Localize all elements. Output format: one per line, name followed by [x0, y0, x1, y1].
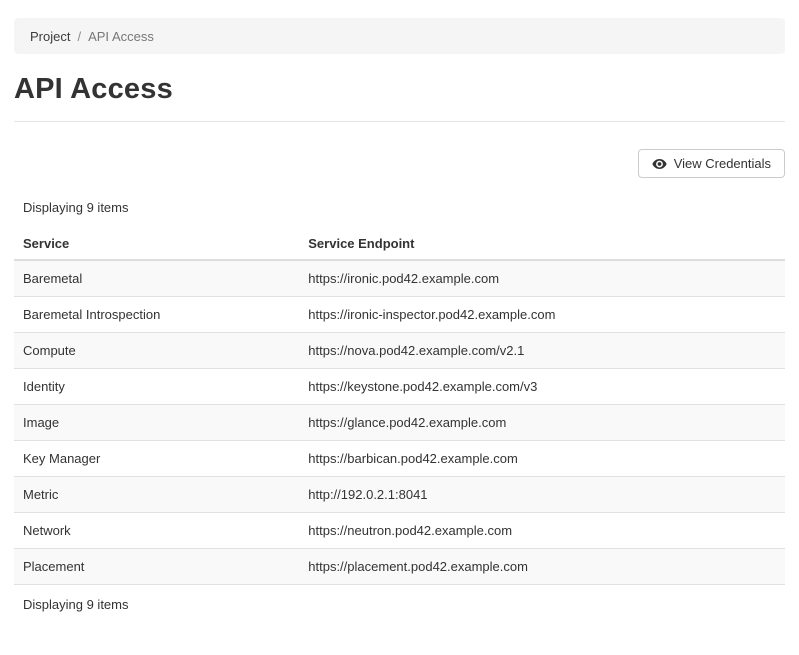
page-title: API Access — [14, 73, 785, 106]
service-name-cell: Baremetal — [14, 260, 299, 297]
column-header-service: Service — [14, 228, 299, 260]
table-count-top: Displaying 9 items — [14, 200, 785, 215]
table-row: Identity https://keystone.pod42.example.… — [14, 369, 785, 405]
breadcrumb-item-project[interactable]: Project — [30, 29, 70, 44]
table-row: Network https://neutron.pod42.example.co… — [14, 513, 785, 549]
service-name-cell: Network — [14, 513, 299, 549]
table-row: Key Manager https://barbican.pod42.examp… — [14, 441, 785, 477]
service-endpoint-cell: https://placement.pod42.example.com — [299, 549, 785, 585]
service-name-cell: Placement — [14, 549, 299, 585]
service-name-cell: Compute — [14, 333, 299, 369]
service-name-cell: Identity — [14, 369, 299, 405]
service-name-cell: Key Manager — [14, 441, 299, 477]
table-row: Metric http://192.0.2.1:8041 — [14, 477, 785, 513]
service-endpoint-cell: https://neutron.pod42.example.com — [299, 513, 785, 549]
table-body: Baremetal https://ironic.pod42.example.c… — [14, 260, 785, 585]
eye-icon — [652, 158, 667, 170]
table-row: Baremetal https://ironic.pod42.example.c… — [14, 260, 785, 297]
table-count-bottom: Displaying 9 items — [14, 597, 785, 612]
service-endpoint-cell: https://ironic-inspector.pod42.example.c… — [299, 297, 785, 333]
service-endpoint-cell: https://barbican.pod42.example.com — [299, 441, 785, 477]
breadcrumb-item-api-access: API Access — [88, 29, 154, 44]
service-endpoint-cell: https://keystone.pod42.example.com/v3 — [299, 369, 785, 405]
table-row: Compute https://nova.pod42.example.com/v… — [14, 333, 785, 369]
table-header: Service Service Endpoint — [14, 228, 785, 260]
service-name-cell: Image — [14, 405, 299, 441]
view-credentials-label: View Credentials — [674, 156, 771, 171]
table-row: Placement https://placement.pod42.exampl… — [14, 549, 785, 585]
table-actions: View Credentials — [14, 149, 785, 178]
service-endpoint-cell: https://glance.pod42.example.com — [299, 405, 785, 441]
title-divider — [14, 121, 785, 122]
service-endpoint-cell: http://192.0.2.1:8041 — [299, 477, 785, 513]
breadcrumb: Project / API Access — [14, 18, 785, 54]
api-access-page: Project / API Access API Access View Cre… — [0, 18, 799, 612]
breadcrumb-separator: / — [77, 29, 81, 44]
service-endpoint-cell: https://nova.pod42.example.com/v2.1 — [299, 333, 785, 369]
table-row: Baremetal Introspection https://ironic-i… — [14, 297, 785, 333]
column-header-service-endpoint: Service Endpoint — [299, 228, 785, 260]
service-name-cell: Metric — [14, 477, 299, 513]
api-endpoints-table: Service Service Endpoint Baremetal https… — [14, 228, 785, 585]
service-name-cell: Baremetal Introspection — [14, 297, 299, 333]
view-credentials-button[interactable]: View Credentials — [638, 149, 785, 178]
service-endpoint-cell: https://ironic.pod42.example.com — [299, 260, 785, 297]
table-row: Image https://glance.pod42.example.com — [14, 405, 785, 441]
